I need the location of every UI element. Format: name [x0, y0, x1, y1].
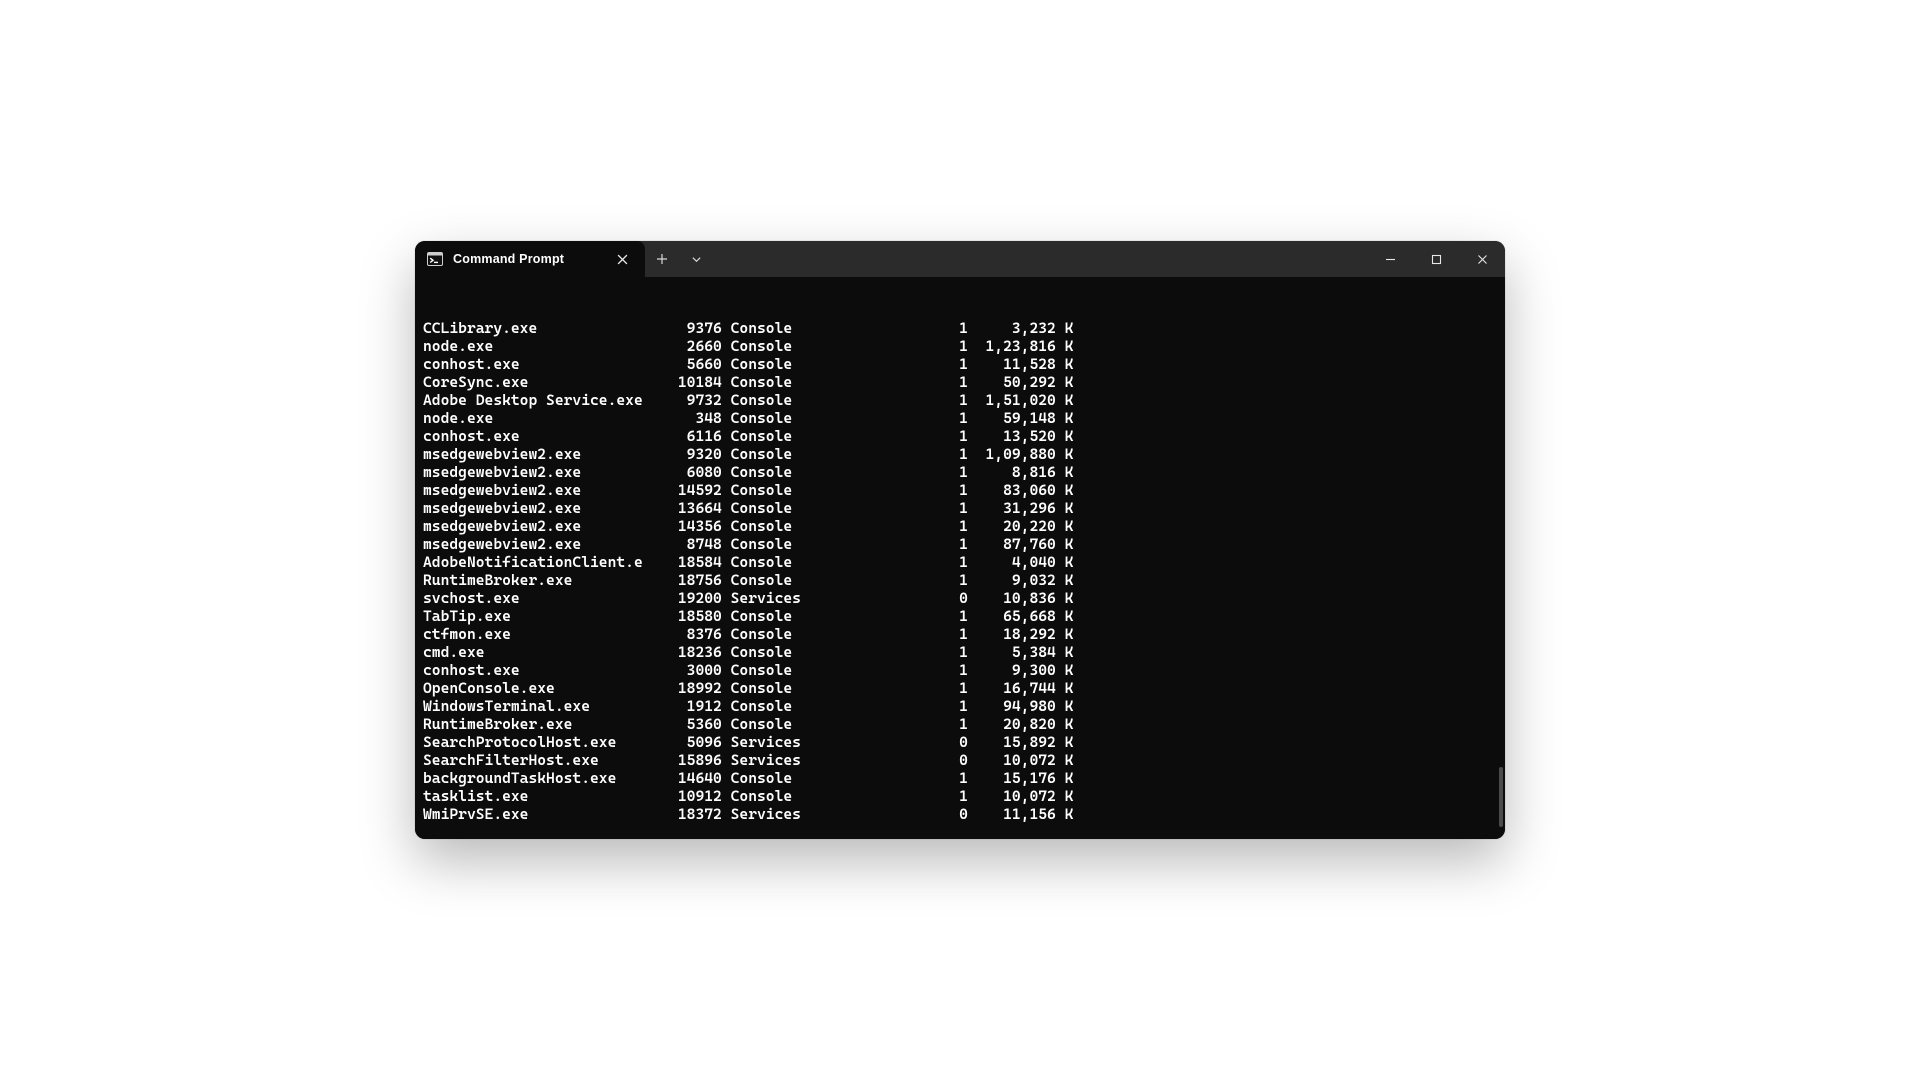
tab-command-prompt[interactable]: Command Prompt: [415, 241, 645, 277]
tasklist-row: node.exe 348 Console 1 59,148 K: [423, 409, 1497, 427]
window-controls: [1367, 241, 1505, 277]
tasklist-row: conhost.exe 5660 Console 1 11,528 K: [423, 355, 1497, 373]
tasklist-row: msedgewebview2.exe 14592 Console 1 83,06…: [423, 481, 1497, 499]
tasklist-row: AdobeNotificationClient.e 18584 Console …: [423, 553, 1497, 571]
maximize-button[interactable]: [1413, 241, 1459, 277]
tab-title: Command Prompt: [453, 252, 599, 266]
tasklist-row: tasklist.exe 10912 Console 1 10,072 K: [423, 787, 1497, 805]
tasklist-row: msedgewebview2.exe 9320 Console 1 1,09,8…: [423, 445, 1497, 463]
tasklist-row: conhost.exe 6116 Console 1 13,520 K: [423, 427, 1497, 445]
tasklist-row: backgroundTaskHost.exe 14640 Console 1 1…: [423, 769, 1497, 787]
tasklist-row: SearchFilterHost.exe 15896 Services 0 10…: [423, 751, 1497, 769]
tasklist-row: CoreSync.exe 10184 Console 1 50,292 K: [423, 373, 1497, 391]
tab-dropdown-button[interactable]: [679, 241, 713, 277]
close-tab-button[interactable]: [609, 246, 635, 272]
tasklist-row: Adobe Desktop Service.exe 9732 Console 1…: [423, 391, 1497, 409]
scrollbar-thumb[interactable]: [1499, 767, 1503, 827]
tasklist-row: OpenConsole.exe 18992 Console 1 16,744 K: [423, 679, 1497, 697]
command-prompt-icon: [427, 252, 443, 266]
tasklist-row: msedgewebview2.exe 14356 Console 1 20,22…: [423, 517, 1497, 535]
terminal-window: Command Prompt: [415, 241, 1505, 839]
titlebar-drag-region[interactable]: [713, 241, 1367, 277]
tasklist-row: TabTip.exe 18580 Console 1 65,668 K: [423, 607, 1497, 625]
tasklist-row: RuntimeBroker.exe 18756 Console 1 9,032 …: [423, 571, 1497, 589]
tasklist-row: msedgewebview2.exe 6080 Console 1 8,816 …: [423, 463, 1497, 481]
tasklist-row: msedgewebview2.exe 13664 Console 1 31,29…: [423, 499, 1497, 517]
tasklist-row: cmd.exe 18236 Console 1 5,384 K: [423, 643, 1497, 661]
tab-strip: Command Prompt: [415, 241, 645, 277]
tasklist-row: conhost.exe 3000 Console 1 9,300 K: [423, 661, 1497, 679]
minimize-button[interactable]: [1367, 241, 1413, 277]
tasklist-row: WindowsTerminal.exe 1912 Console 1 94,98…: [423, 697, 1497, 715]
tasklist-row: msedgewebview2.exe 8748 Console 1 87,760…: [423, 535, 1497, 553]
tasklist-row: ctfmon.exe 8376 Console 1 18,292 K: [423, 625, 1497, 643]
tasklist-row: svchost.exe 19200 Services 0 10,836 K: [423, 589, 1497, 607]
tasklist-row: RuntimeBroker.exe 5360 Console 1 20,820 …: [423, 715, 1497, 733]
tasklist-row: WmiPrvSE.exe 18372 Services 0 11,156 K: [423, 805, 1497, 823]
terminal-output[interactable]: CCLibrary.exe 9376 Console 1 3,232 Knode…: [415, 277, 1505, 839]
tasklist-row: node.exe 2660 Console 1 1,23,816 K: [423, 337, 1497, 355]
titlebar[interactable]: Command Prompt: [415, 241, 1505, 277]
scrollbar-track[interactable]: [1499, 283, 1503, 827]
new-tab-button[interactable]: [645, 241, 679, 277]
close-window-button[interactable]: [1459, 241, 1505, 277]
tasklist-row: CCLibrary.exe 9376 Console 1 3,232 K: [423, 319, 1497, 337]
tasklist-row: SearchProtocolHost.exe 5096 Services 0 1…: [423, 733, 1497, 751]
